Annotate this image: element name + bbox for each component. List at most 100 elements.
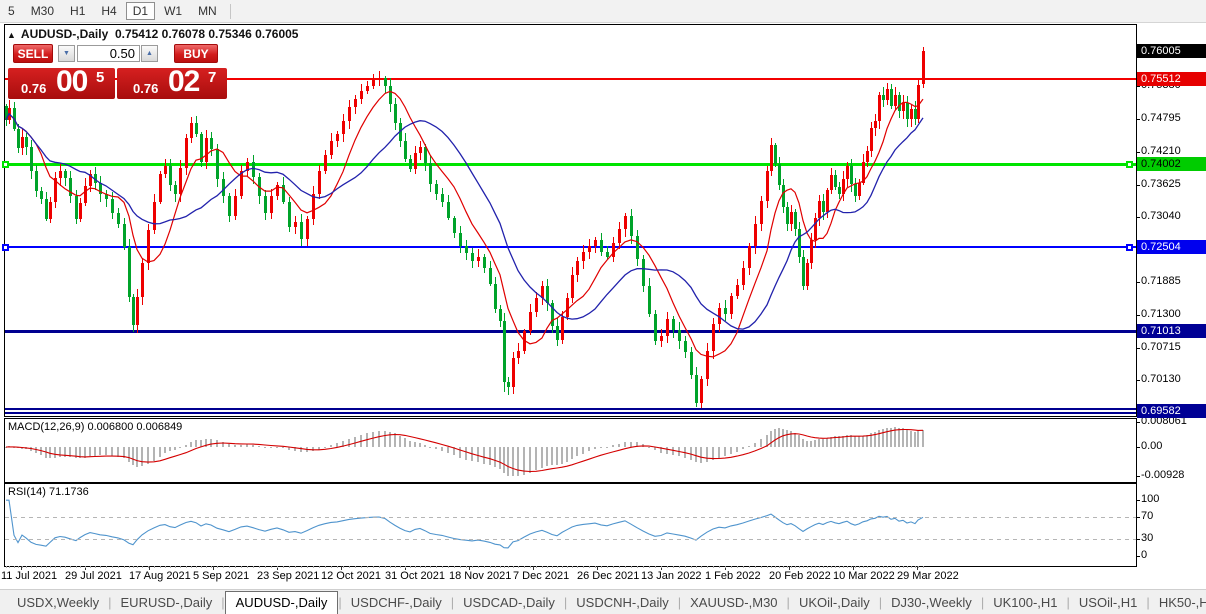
tab-dj30-weekly[interactable]: DJ30-,Weekly [882,593,981,612]
candle [21,136,24,148]
candle [49,201,52,219]
date-minor-tick [562,566,563,568]
macd-bar [378,431,380,447]
rsi-pane[interactable] [4,483,1137,567]
date-minor-tick [133,566,134,568]
candle [529,311,532,332]
date-axis-label: 5 Sep 2021 [193,570,250,582]
candle [258,177,261,197]
price-level-badge: 0.72504 [1137,240,1206,255]
date-minor-tick [601,566,602,568]
macd-bar [222,441,224,447]
macd-bar [200,440,202,447]
candle [354,98,357,107]
tab-usdchf-daily[interactable]: USDCHF-,Daily [342,593,451,612]
date-minor-tick [379,566,380,568]
date-minor-tick [235,566,236,568]
macd-bar [252,444,254,447]
date-minor-tick [95,566,96,568]
date-axis-label: 29 Mar 2022 [897,570,959,582]
tab-usdx-weekly[interactable]: USDX,Weekly [8,593,108,612]
macd-bar [153,447,155,461]
macd-bar [922,429,924,447]
macd-bar [147,447,149,464]
candle [419,147,422,153]
candle [205,137,208,163]
macd-bar [594,447,596,449]
date-minor-tick [799,566,800,568]
candle [838,186,841,194]
macd-axis-label: -0.00928 [1141,468,1185,481]
date-minor-tick [815,566,816,568]
buy-button[interactable]: BUY [174,44,218,63]
collapse-triangle-icon[interactable]: ▲ [7,30,16,40]
candle [324,154,327,172]
candle [111,199,114,213]
date-minor-tick [165,566,166,568]
macd-bar [556,447,558,466]
date-minor-tick [373,566,374,568]
date-axis-label: 10 Mar 2022 [833,570,895,582]
macd-bar [240,444,242,447]
tab-audusd-daily[interactable]: AUDUSD-,Daily [224,591,339,614]
volume-increase-button[interactable]: ▲ [141,45,158,62]
macd-bar [786,430,788,447]
tab-xauusd-m30[interactable]: XAUUSD-,M30 [681,593,786,612]
rsi-level-line [5,538,1136,540]
candle [718,307,721,325]
price-axis-tick [1136,347,1140,349]
candle [798,229,801,258]
macd-bar [234,445,236,447]
date-minor-tick [395,566,396,568]
candle [264,196,267,213]
candle [862,161,865,183]
volume-input[interactable]: 0.50 [77,45,140,62]
macd-bar [778,427,780,447]
date-minor-tick [367,566,368,568]
candle [306,218,309,239]
date-minor-tick [691,566,692,568]
date-minor-tick [761,566,762,568]
sell-price-display[interactable]: 0.76 00 5 [8,68,115,99]
candle [312,193,315,219]
date-minor-tick [737,566,738,568]
date-minor-tick [685,566,686,568]
date-minor-tick [337,566,338,568]
date-minor-tick [547,566,548,568]
macd-bar [141,447,143,466]
sell-button[interactable]: SELL [13,44,53,63]
chart-stage[interactable]: 0.753800.747950.742100.736250.730400.718… [0,0,1206,614]
tab-eurusd-daily[interactable]: EURUSD-,Daily [112,593,222,612]
macd-bar [429,446,431,448]
date-minor-tick [160,566,161,568]
price-axis-tick [1136,119,1140,121]
buy-price-display[interactable]: 0.76 02 7 [117,68,227,99]
tab-usdcnh-daily[interactable]: USDCNH-,Daily [567,593,677,612]
macd-axis-tick [1136,422,1140,423]
date-minor-tick [420,566,421,568]
candle [441,193,444,203]
date-minor-tick [390,566,391,568]
price-axis-label: 0.71885 [1141,275,1181,288]
buy-price-prefix: 0.76 [133,81,159,96]
price-axis-tick [1136,282,1140,284]
date-minor-tick [191,566,192,568]
macd-bar [636,442,638,447]
tab-usoil-h1[interactable]: USOil-,H1 [1070,593,1147,612]
tab-ukoil-daily[interactable]: UKOil-,Daily [790,593,879,612]
tab-uk100-h1[interactable]: UK100-,H1 [984,593,1066,612]
date-minor-tick [843,566,844,568]
macd-bar [372,431,374,447]
date-minor-tick [649,566,650,568]
macd-bar [606,446,608,448]
candle [222,179,225,197]
tab-usdcad-daily[interactable]: USDCAD-,Daily [454,593,564,612]
volume-decrease-button[interactable]: ▼ [58,45,75,62]
date-axis-label: 29 Jul 2021 [65,570,122,582]
tab-hk50-h1[interactable]: HK50-,H1 [1150,593,1206,612]
candle [706,350,709,379]
macd-bar [424,444,426,447]
macd-bar [17,447,19,449]
rsi-axis-tick [1136,555,1140,557]
price-axis-label: 0.71300 [1141,307,1181,320]
